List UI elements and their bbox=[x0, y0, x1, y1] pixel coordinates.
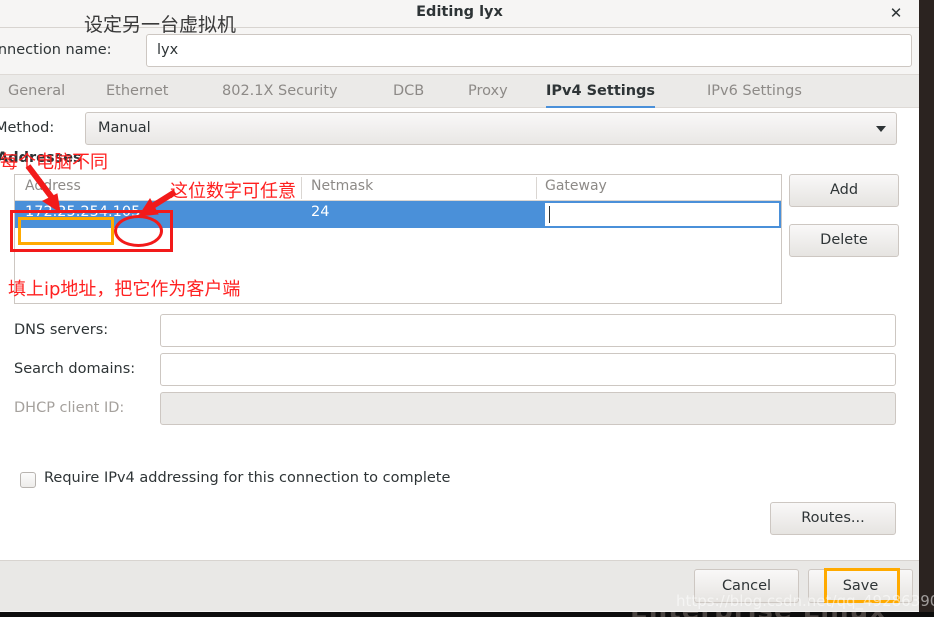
require-ipv4-label: Require IPv4 addressing for this connect… bbox=[44, 470, 451, 486]
cell-netmask[interactable]: 24 bbox=[311, 204, 329, 220]
addresses-table[interactable]: Address Netmask Gateway 172.25.254.105 2… bbox=[14, 174, 782, 304]
routes-button[interactable]: Routes... bbox=[770, 502, 896, 535]
column-header-netmask: Netmask bbox=[311, 178, 374, 194]
connection-name-label: onnection name: bbox=[0, 42, 112, 58]
tab-ipv6-settings[interactable]: IPv6 Settings bbox=[707, 75, 802, 109]
screen: Enterprise Linux Editing lyx ✕ onnection… bbox=[0, 0, 934, 617]
tab-ethernet[interactable]: Ethernet bbox=[106, 75, 168, 109]
cell-gateway-editor[interactable] bbox=[543, 201, 781, 228]
tab-general[interactable]: General bbox=[8, 75, 65, 109]
column-header-gateway: Gateway bbox=[545, 178, 607, 194]
dhcp-client-id-row: DHCP client ID: bbox=[0, 392, 919, 432]
dhcp-client-id-input bbox=[160, 392, 896, 425]
table-row[interactable]: 172.25.254.105 24 bbox=[15, 201, 781, 228]
chevron-down-icon bbox=[876, 126, 886, 132]
ipv4-settings-panel: Method: Manual Addresses Address Netmask… bbox=[0, 108, 919, 560]
column-divider bbox=[301, 177, 302, 199]
dhcp-client-id-label: DHCP client ID: bbox=[14, 400, 125, 416]
desktop-background-right bbox=[919, 0, 934, 617]
editing-connection-dialog: Editing lyx ✕ onnection name: lyx Genera… bbox=[0, 0, 919, 612]
dialog-title: Editing lyx bbox=[416, 4, 503, 20]
search-domains-input[interactable] bbox=[160, 353, 896, 386]
search-domains-label: Search domains: bbox=[14, 361, 136, 377]
tab-proxy[interactable]: Proxy bbox=[468, 75, 508, 109]
method-dropdown[interactable]: Manual bbox=[85, 112, 897, 145]
tab-8021x-security[interactable]: 802.1X Security bbox=[222, 75, 338, 109]
settings-tabbar: General Ethernet 802.1X Security DCB Pro… bbox=[0, 74, 919, 109]
addresses-table-wrap: Address Netmask Gateway 172.25.254.105 2… bbox=[14, 174, 782, 304]
dialog-titlebar: Editing lyx ✕ bbox=[0, 0, 919, 28]
connection-name-row: onnection name: lyx bbox=[0, 28, 919, 74]
dns-servers-label: DNS servers: bbox=[14, 322, 109, 338]
add-button[interactable]: Add bbox=[789, 174, 899, 207]
connection-name-input[interactable]: lyx bbox=[146, 34, 912, 67]
column-divider bbox=[536, 177, 537, 199]
save-button[interactable]: Save bbox=[808, 569, 913, 603]
addresses-table-header: Address Netmask Gateway bbox=[15, 175, 781, 201]
tab-dcb[interactable]: DCB bbox=[393, 75, 424, 109]
tab-ipv4-settings[interactable]: IPv4 Settings bbox=[546, 75, 656, 109]
method-label: Method: bbox=[0, 120, 55, 136]
delete-button[interactable]: Delete bbox=[789, 224, 899, 257]
column-header-address: Address bbox=[25, 178, 81, 194]
cancel-button[interactable]: Cancel bbox=[694, 569, 799, 603]
dialog-footer: Cancel Save bbox=[0, 560, 919, 611]
close-icon[interactable]: ✕ bbox=[887, 4, 905, 22]
addresses-section-label: Addresses bbox=[0, 150, 82, 166]
cell-address[interactable]: 172.25.254.105 bbox=[25, 204, 140, 220]
dns-servers-input[interactable] bbox=[160, 314, 896, 347]
require-ipv4-checkbox[interactable] bbox=[20, 472, 36, 488]
dns-servers-row: DNS servers: bbox=[0, 314, 919, 354]
text-caret bbox=[549, 206, 550, 223]
method-value: Manual bbox=[98, 120, 151, 136]
search-domains-row: Search domains: bbox=[0, 353, 919, 393]
